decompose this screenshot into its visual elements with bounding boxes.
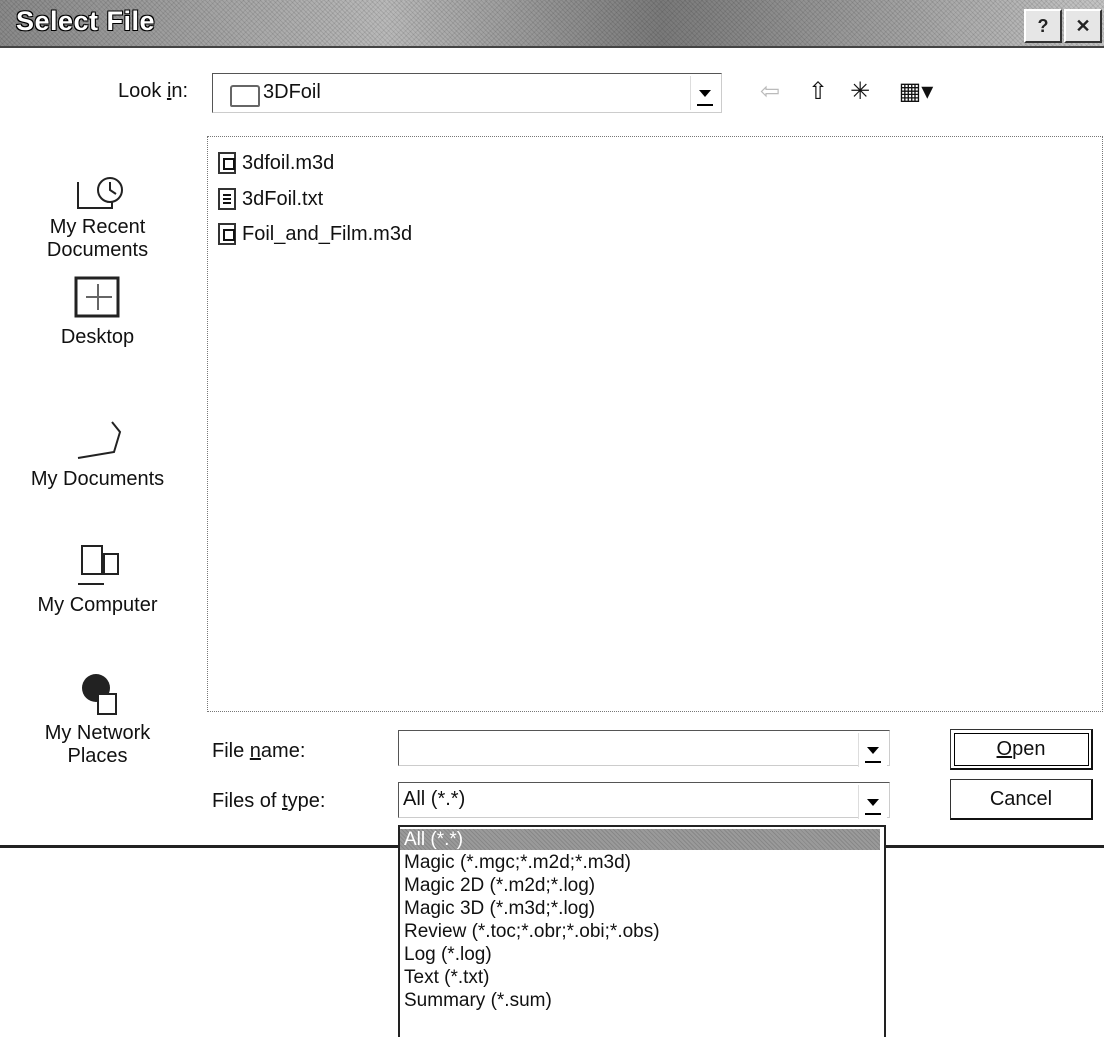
title-bar[interactable]: Select File ? ✕ xyxy=(0,0,1104,48)
up-folder-icon[interactable]: ⇧ xyxy=(800,76,836,108)
files-of-type-value: All (*.*) xyxy=(403,788,466,810)
file-item[interactable]: Foil_and_Film.m3d xyxy=(218,220,412,248)
file-name: Foil_and_Film.m3d xyxy=(242,222,413,245)
file-name: 3dfoil.m3d xyxy=(242,151,335,174)
option-magic[interactable]: Magic (*.mgc;*.m2d;*.m3d) xyxy=(404,852,631,873)
option-magic-2d[interactable]: Magic 2D (*.m2d;*.log) xyxy=(404,875,595,896)
place-desktop[interactable]: Desktop xyxy=(0,270,195,349)
files-of-type-label: Files of type: xyxy=(212,790,326,812)
open-button[interactable]: Open xyxy=(950,729,1093,770)
file-name-label: File name: xyxy=(212,740,306,762)
option-log[interactable]: Log (*.log) xyxy=(404,944,492,965)
text-file-icon xyxy=(218,188,236,210)
select-file-dialog: Select File ? ✕ Look in: 3DFoil ⇦ ⇧ ✳ ▦▾… xyxy=(0,0,1104,848)
my-documents-icon xyxy=(68,412,128,468)
place-label: My Documents xyxy=(30,468,165,490)
folder-icon xyxy=(230,85,260,107)
place-label: My Computer xyxy=(37,594,158,616)
place-label: My Network Places xyxy=(44,722,151,767)
option-text[interactable]: Text (*.txt) xyxy=(404,967,490,988)
look-in-value: 3DFoil xyxy=(263,81,321,103)
file-list[interactable]: 3dfoil.m3d 3dFoil.txt Foil_and_Film.m3d xyxy=(207,136,1103,712)
place-my-recent-documents[interactable]: My Recent Documents xyxy=(0,160,195,262)
m3d-file-icon xyxy=(218,223,236,245)
views-menu-icon[interactable]: ▦▾ xyxy=(890,76,942,108)
file-item[interactable]: 3dfoil.m3d xyxy=(218,149,334,177)
look-in-dropdown[interactable]: 3DFoil xyxy=(212,73,722,113)
help-button[interactable]: ? xyxy=(1024,9,1062,43)
file-name: 3dFoil.txt xyxy=(242,187,324,210)
cancel-button[interactable]: Cancel xyxy=(950,779,1093,820)
place-my-computer[interactable]: My Computer xyxy=(0,538,195,617)
file-item[interactable]: 3dFoil.txt xyxy=(218,185,323,213)
files-of-type-dropdown[interactable]: All (*.*) xyxy=(398,782,890,819)
option-all[interactable]: All (*.*) xyxy=(400,829,880,850)
network-places-icon xyxy=(68,666,128,722)
place-label: My Recent Documents xyxy=(46,216,149,261)
place-label: Desktop xyxy=(60,326,135,348)
chevron-down-icon[interactable] xyxy=(690,76,719,110)
my-computer-icon xyxy=(68,538,128,594)
option-summary[interactable]: Summary (*.sum) xyxy=(404,990,552,1011)
places-bar: My Recent Documents Desktop My Documents… xyxy=(0,130,195,810)
files-of-type-options-list[interactable]: All (*.*) Magic (*.mgc;*.m2d;*.m3d) Magi… xyxy=(398,825,886,1037)
desktop-icon xyxy=(68,270,128,326)
look-in-label: Look in: xyxy=(118,80,189,102)
option-magic-3d[interactable]: Magic 3D (*.m3d;*.log) xyxy=(404,898,595,919)
m3d-file-icon xyxy=(218,152,236,174)
place-my-documents[interactable]: My Documents xyxy=(0,412,195,491)
back-icon[interactable]: ⇦ xyxy=(752,76,788,108)
dialog-title: Select File xyxy=(16,6,156,36)
chevron-down-icon[interactable] xyxy=(858,785,887,819)
chevron-down-icon[interactable] xyxy=(858,733,887,767)
place-my-network-places[interactable]: My Network Places xyxy=(0,666,195,768)
option-review[interactable]: Review (*.toc;*.obr;*.obi;*.obs) xyxy=(404,921,660,942)
file-name-input[interactable] xyxy=(398,730,890,767)
close-button[interactable]: ✕ xyxy=(1064,9,1102,43)
recent-documents-icon xyxy=(68,160,128,216)
new-folder-icon[interactable]: ✳ xyxy=(842,76,878,108)
